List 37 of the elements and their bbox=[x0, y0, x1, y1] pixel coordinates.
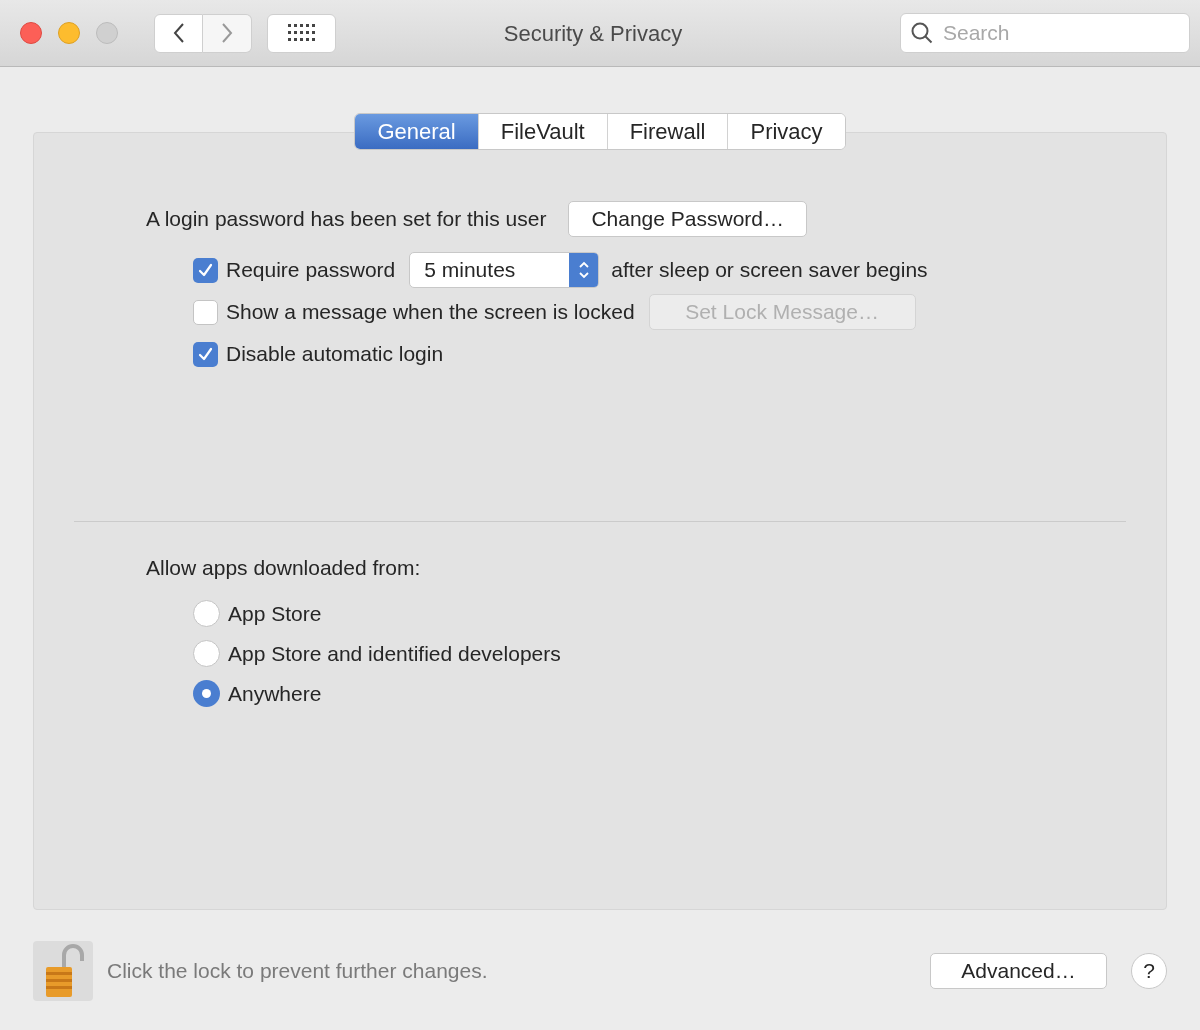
show-all-button[interactable] bbox=[267, 13, 336, 53]
advanced-button[interactable]: Advanced… bbox=[930, 953, 1107, 989]
close-icon[interactable] bbox=[20, 22, 42, 44]
check-icon bbox=[197, 261, 214, 279]
checkbox[interactable] bbox=[193, 341, 218, 367]
grid-icon bbox=[287, 24, 316, 42]
radio-label: App Store and identified developers bbox=[228, 640, 561, 667]
option-suffix: after sleep or screen saver begins bbox=[611, 257, 928, 284]
delay-select[interactable]: 5 minutes bbox=[409, 252, 600, 288]
tab[interactable]: General bbox=[355, 114, 478, 149]
option-label: Show a message when the screen is locked bbox=[226, 299, 635, 326]
option-label: Require password bbox=[226, 257, 396, 284]
chevron-left-icon bbox=[171, 22, 186, 44]
chevron-right-icon bbox=[220, 22, 234, 44]
radio-button[interactable] bbox=[193, 680, 220, 707]
radio-label: App Store bbox=[228, 600, 322, 627]
radio-button[interactable] bbox=[193, 640, 220, 667]
zoom-icon[interactable] bbox=[96, 22, 118, 44]
radio-label: Anywhere bbox=[228, 680, 322, 707]
change-password-button[interactable]: Change Password… bbox=[568, 201, 807, 237]
checkbox[interactable] bbox=[193, 257, 218, 283]
search-icon bbox=[910, 21, 934, 45]
window-title: Security & Privacy bbox=[503, 19, 683, 48]
radio-button[interactable] bbox=[193, 600, 220, 627]
allow-apps-label: Allow apps downloaded from: bbox=[145, 555, 422, 581]
forward-button[interactable] bbox=[203, 13, 252, 53]
search-field[interactable]: Search bbox=[900, 13, 1190, 53]
tab[interactable]: Privacy bbox=[727, 114, 845, 149]
help-button[interactable]: ? bbox=[1131, 953, 1167, 989]
lock-button[interactable] bbox=[33, 941, 93, 1001]
check-icon bbox=[197, 345, 214, 363]
minimize-icon[interactable] bbox=[58, 22, 80, 44]
option-label: Disable automatic login bbox=[226, 341, 444, 368]
back-button[interactable] bbox=[154, 13, 203, 53]
login-status-text: A login password has been set for this user bbox=[146, 206, 547, 233]
lock-hint-text: Click the lock to prevent further changes. bbox=[107, 958, 488, 985]
stepper-icon bbox=[576, 259, 591, 281]
